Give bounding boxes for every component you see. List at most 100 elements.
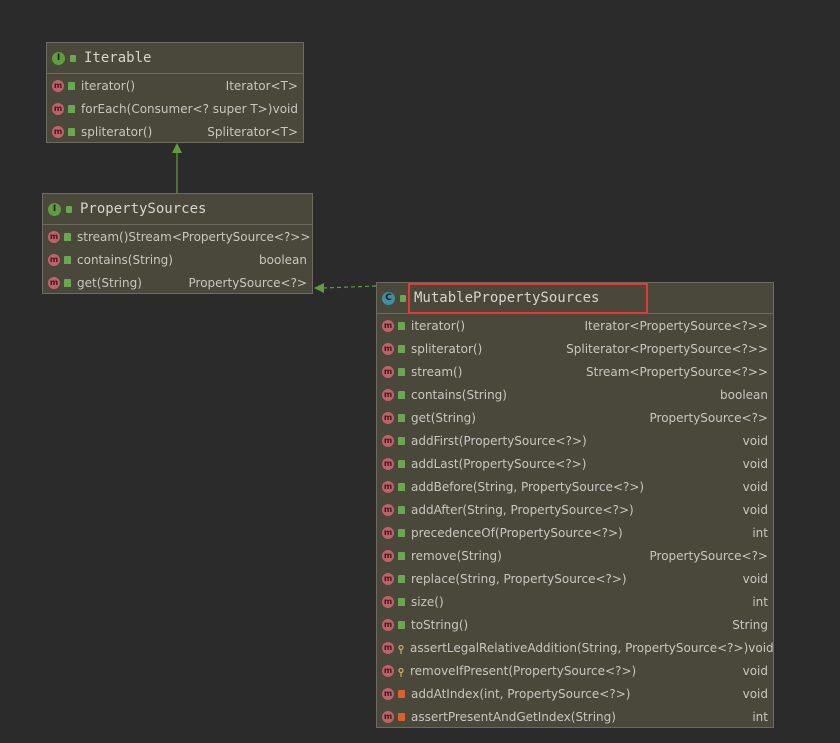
method-row[interactable]: m contains(String) boolean — [43, 248, 312, 271]
method-return-type: int — [752, 594, 768, 609]
method-name: get(String) — [411, 410, 476, 425]
method-row[interactable]: m addBefore(String, PropertySource<?>) voi… — [377, 475, 773, 498]
method-row[interactable]: m assertPresentAndGetIndex(String) int — [377, 705, 773, 728]
method-row[interactable]: m addAfter(String, PropertySource<?>) void — [377, 498, 773, 521]
method-row[interactable]: m get(String) PropertySource<?> — [43, 271, 312, 294]
method-name: assertPresentAndGetIndex(String) — [411, 709, 616, 724]
method-icon: m — [382, 480, 394, 493]
method-name: addBefore(String, PropertySource<?>) — [411, 479, 645, 494]
method-return-type: Iterator<T> — [225, 78, 298, 93]
public-icon — [68, 104, 75, 113]
method-return-type: String — [732, 617, 768, 632]
method-return-type: boolean — [720, 387, 768, 402]
method-icon: m — [382, 687, 394, 700]
method-return-type: void — [742, 456, 768, 471]
public-icon — [398, 390, 405, 399]
public-icon — [68, 81, 75, 90]
method-icon: m — [382, 388, 394, 401]
private-icon — [398, 689, 405, 698]
method-return-type: Spliterator<PropertySource<?>> — [566, 341, 768, 356]
method-name: addFirst(PropertySource<?>) — [411, 433, 587, 448]
method-name: replace(String, PropertySource<?>) — [411, 571, 627, 586]
public-icon — [398, 436, 405, 445]
method-row[interactable]: m forEach(Consumer<? super T>) void — [47, 97, 303, 120]
method-icon: m — [382, 549, 394, 562]
protected-icon — [398, 643, 404, 654]
method-name: assertLegalRelativeAddition(String, Prop… — [410, 640, 749, 655]
method-return-type: void — [272, 101, 298, 116]
method-name: spliterator() — [411, 341, 483, 356]
implements-edge — [322, 285, 377, 289]
method-name: forEach(Consumer<? super T>) — [81, 101, 273, 116]
method-row[interactable]: m addAtIndex(int, PropertySource<?>) void — [377, 682, 773, 705]
method-icon: m — [382, 572, 394, 585]
method-icon: m — [382, 526, 394, 539]
method-row[interactable]: m precedenceOf(PropertySource<?>) int — [377, 521, 773, 544]
method-return-type: int — [752, 709, 768, 724]
protected-icon — [398, 666, 404, 677]
method-icon: m — [52, 102, 64, 115]
method-name: addAtIndex(int, PropertySource<?>) — [411, 686, 631, 701]
method-name: removeIfPresent(PropertySource<?>) — [410, 663, 637, 678]
method-name: stream() — [77, 229, 129, 244]
method-icon: m — [52, 125, 64, 138]
method-return-type: void — [742, 502, 768, 517]
public-icon — [70, 54, 76, 62]
method-name: precedenceOf(PropertySource<?>) — [411, 525, 623, 540]
method-icon: m — [48, 276, 60, 289]
method-row[interactable]: m stream() Stream<PropertySource<?>> — [377, 360, 773, 383]
method-icon: m — [48, 230, 60, 243]
method-return-type: void — [742, 571, 768, 586]
method-name: remove(String) — [411, 548, 502, 563]
method-row[interactable]: m size() int — [377, 590, 773, 613]
method-row[interactable]: m remove(String) PropertySource<?> — [377, 544, 773, 567]
method-name: stream() — [411, 364, 463, 379]
method-row[interactable]: m get(String) PropertySource<?> — [377, 406, 773, 429]
method-row[interactable]: m removeIfPresent(PropertySource<?>) void — [377, 659, 773, 682]
public-icon — [398, 367, 405, 376]
method-name: contains(String) — [77, 252, 173, 267]
method-name: iterator() — [81, 78, 136, 93]
method-row[interactable]: m stream() Stream<PropertySource<?>> — [43, 225, 312, 248]
method-row[interactable]: m spliterator() Spliterator<PropertySource… — [377, 337, 773, 360]
method-icon: m — [382, 710, 394, 723]
implements-arrowhead — [314, 283, 324, 293]
method-row[interactable]: m replace(String, PropertySource<?>) void — [377, 567, 773, 590]
method-name: contains(String) — [411, 387, 507, 402]
method-row[interactable]: m spliterator() Spliterator<T> — [47, 120, 303, 143]
method-row[interactable]: m toString() String — [377, 613, 773, 636]
method-row[interactable]: m addLast(PropertySource<?>) void — [377, 452, 773, 475]
interface-icon: I — [52, 51, 65, 65]
public-icon — [400, 294, 406, 302]
class-box-property-sources[interactable]: I PropertySources m stream() Stream<Proper… — [42, 193, 313, 294]
method-row[interactable]: m addFirst(PropertySource<?>) void — [377, 429, 773, 452]
method-return-type: PropertySource<?> — [649, 548, 768, 563]
method-row[interactable]: m iterator() Iterator<PropertySource<?>> — [377, 314, 773, 337]
method-name: iterator() — [411, 318, 466, 333]
method-return-type: int — [752, 525, 768, 540]
public-icon — [64, 278, 71, 287]
method-row[interactable]: m assertLegalRelativeAddition(String, Pro… — [377, 636, 774, 659]
method-return-type: Spliterator<T> — [207, 124, 298, 139]
method-row[interactable]: m iterator() Iterator<T> — [47, 74, 303, 97]
method-list: m iterator() Iterator<PropertySource<?>> m s… — [377, 314, 774, 728]
public-icon — [398, 528, 405, 537]
method-return-type: PropertySource<?> — [188, 275, 307, 290]
method-return-type: void — [742, 479, 768, 494]
method-return-type: void — [742, 663, 768, 678]
method-name: get(String) — [77, 275, 142, 290]
public-icon — [398, 459, 405, 468]
interface-icon: I — [48, 202, 61, 216]
method-icon: m — [382, 503, 394, 516]
method-icon: m — [382, 618, 394, 631]
public-icon — [66, 205, 72, 213]
class-box-mutable-property-sources[interactable]: C MutablePropertySources m iterator() Iter… — [376, 282, 774, 728]
class-header: I PropertySources — [43, 194, 312, 225]
method-icon: m — [52, 79, 64, 92]
method-row[interactable]: m contains(String) boolean — [377, 383, 773, 406]
public-icon — [398, 344, 405, 353]
class-box-iterable[interactable]: I Iterable m iterator() Iterator<T> m forEac… — [46, 42, 304, 143]
public-icon — [398, 505, 405, 514]
public-icon — [398, 551, 405, 560]
method-icon: m — [382, 319, 394, 332]
